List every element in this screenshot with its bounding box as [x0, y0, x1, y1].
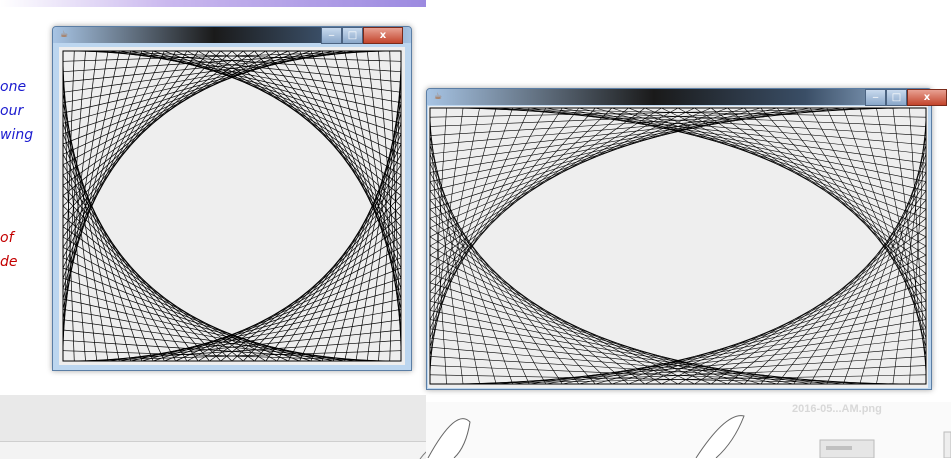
string-line [62, 257, 289, 362]
window-controls: ‒ □ x [321, 27, 403, 44]
string-line [644, 107, 927, 228]
string-line [209, 226, 402, 362]
drawing-canvas [428, 106, 928, 388]
string-line [62, 226, 255, 362]
string-line [677, 107, 927, 247]
string-art-drawing [62, 50, 402, 362]
string-line [186, 247, 402, 362]
drawing-frame [62, 50, 402, 362]
string-line [186, 50, 402, 165]
string-line [164, 50, 402, 145]
maximize-button[interactable]: □ [886, 89, 907, 106]
string-line [231, 50, 402, 207]
string-line [595, 107, 927, 201]
string-line [164, 267, 402, 362]
slide-text-line: of [0, 230, 14, 246]
java-cup-icon[interactable]: ☕ [433, 92, 443, 102]
string-art-drawing [429, 107, 927, 385]
string-line [611, 282, 927, 385]
string-line [677, 245, 927, 385]
string-line [611, 107, 927, 210]
string-line [62, 50, 255, 186]
string-line [429, 291, 761, 385]
slide-top-accent [0, 0, 426, 7]
slide-text-line: one [0, 79, 27, 95]
string-line [175, 50, 402, 155]
string-line [578, 300, 927, 385]
slide-text-line: our [0, 103, 24, 119]
string-line [429, 107, 761, 201]
string-line [62, 50, 278, 165]
minimize-button[interactable]: ‒ [321, 27, 342, 44]
string-line [429, 365, 893, 385]
string-line [231, 205, 402, 362]
slide-notes-bar [0, 441, 426, 459]
string-line [429, 282, 745, 385]
desktop-file-label[interactable]: 2016-05...AM.png [792, 403, 882, 415]
string-line [429, 107, 745, 210]
string-line [429, 245, 679, 385]
string-line [644, 264, 927, 385]
string-line [429, 107, 712, 228]
slide-text-line: de [0, 254, 18, 270]
close-button[interactable]: x [363, 27, 403, 44]
minimize-button[interactable]: ‒ [865, 89, 886, 106]
string-line [62, 50, 300, 145]
drawing-canvas [59, 47, 405, 365]
close-button[interactable]: x [907, 89, 947, 106]
window-titlebar[interactable] [427, 89, 931, 105]
maximize-button[interactable]: □ [342, 27, 363, 44]
string-line [429, 264, 712, 385]
string-line [62, 205, 233, 362]
string-line [209, 50, 402, 186]
string-line [175, 257, 402, 362]
string-line [463, 365, 927, 385]
window-controls: ‒ □ x [865, 89, 947, 106]
string-line [429, 107, 778, 192]
string-line [62, 247, 278, 362]
string-line [429, 107, 679, 247]
java-cup-icon[interactable]: ☕ [59, 30, 69, 40]
string-line [429, 107, 893, 127]
slide-text-line: wing [0, 127, 34, 143]
string-line [595, 291, 927, 385]
window-rectangle-pattern[interactable]: ☕ ‒ □ x [426, 88, 947, 390]
string-line [578, 107, 927, 192]
window-square-pattern[interactable]: ☕ ‒ □ x [52, 26, 412, 371]
slide-footer [0, 395, 426, 441]
string-line [62, 50, 289, 155]
string-line [62, 267, 300, 362]
string-line [463, 107, 927, 127]
leaf-shape-icon [419, 451, 426, 459]
drawing-frame [429, 107, 927, 385]
string-line [62, 50, 233, 207]
string-line [429, 300, 778, 385]
